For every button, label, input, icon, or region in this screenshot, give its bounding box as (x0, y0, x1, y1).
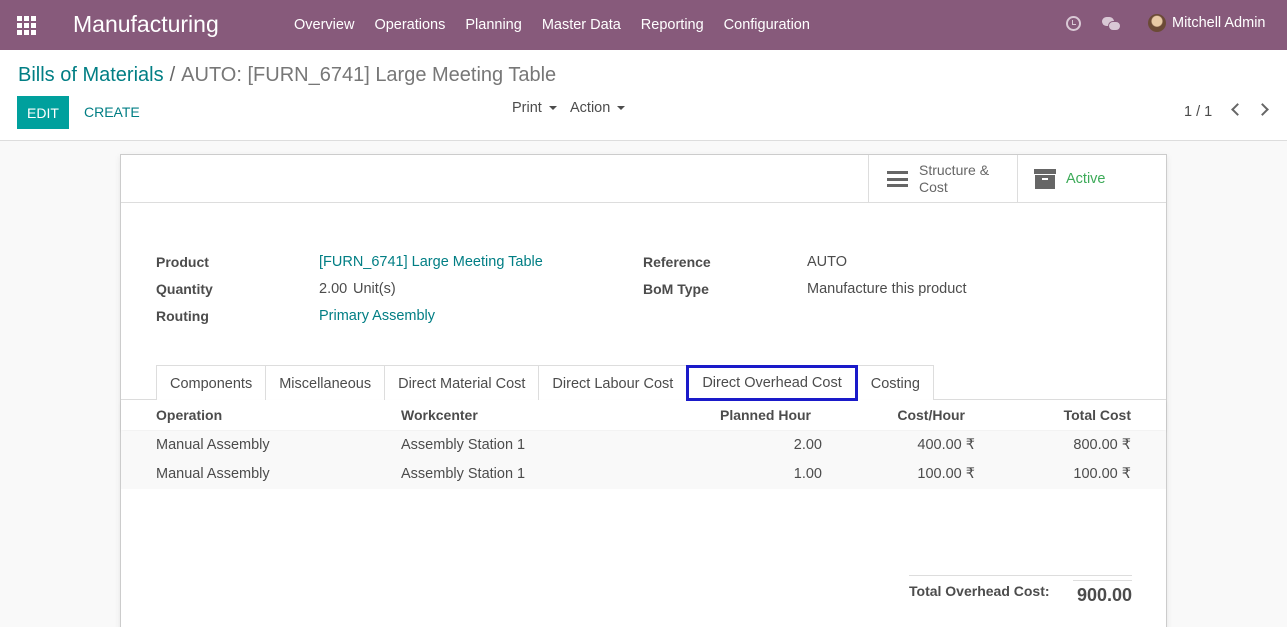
structure-cost-line2: Cost (919, 179, 948, 195)
total-overhead-cost-value: 900.00 (1076, 585, 1132, 605)
activity-clock-icon[interactable] (1066, 16, 1081, 31)
active-toggle-button[interactable]: Active (1017, 155, 1167, 203)
cell-operation: Manual Assembly (156, 466, 270, 482)
table-body: Manual Assembly Assembly Station 1 2.00 … (121, 431, 1166, 489)
cell-planned-hour: 2.00 (793, 437, 822, 453)
bom-type-label: BoM Type (643, 281, 709, 297)
app-brand[interactable]: Manufacturing (73, 11, 219, 38)
quantity-uom: Unit(s) (353, 281, 396, 297)
breadcrumb-bills-of-materials[interactable]: Bills of Materials (18, 64, 164, 86)
product-label: Product (156, 254, 209, 270)
menu-reporting[interactable]: Reporting (631, 0, 714, 50)
column-total-cost[interactable]: Total Cost (1011, 407, 1131, 423)
top-navbar: Manufacturing Overview Operations Planni… (0, 0, 1287, 50)
pager-value[interactable]: 1 / 1 (1184, 104, 1212, 120)
pager-next-icon[interactable] (1256, 103, 1269, 116)
breadcrumb-separator: / (169, 64, 176, 86)
menu-overview[interactable]: Overview (284, 0, 364, 50)
tab-direct-labour-cost[interactable]: Direct Labour Cost (538, 365, 688, 401)
cell-total-cost: 100.00 ₹ (1073, 466, 1131, 482)
quantity-label: Quantity (156, 281, 213, 297)
column-planned-hour[interactable]: Planned Hour (691, 407, 811, 423)
menu-operations[interactable]: Operations (364, 0, 455, 50)
breadcrumb-current-record: AUTO: [FURN_6741] Large Meeting Table (181, 64, 557, 86)
structure-cost-label: Structure & Cost (919, 162, 989, 196)
action-dropdown[interactable]: Action (570, 100, 626, 116)
cell-operation: Manual Assembly (156, 437, 270, 453)
routing-label: Routing (156, 308, 209, 324)
caret-down-icon (617, 106, 626, 110)
tab-miscellaneous[interactable]: Miscellaneous (265, 365, 386, 401)
cell-cost-per-hour: 400.00 ₹ (917, 437, 975, 453)
tab-components[interactable]: Components (156, 365, 267, 401)
user-menu[interactable]: Mitchell Admin (1148, 14, 1265, 32)
menu-configuration[interactable]: Configuration (714, 0, 820, 50)
form-sheet: Structure & Cost Active Product [FURN_67… (120, 154, 1167, 627)
main-menu: Overview Operations Planning Master Data… (284, 0, 820, 50)
avatar (1148, 14, 1166, 32)
edit-button[interactable]: EDIT (17, 96, 69, 129)
table-row[interactable]: Manual Assembly Assembly Station 1 1.00 … (121, 460, 1166, 489)
list-bars-icon (887, 171, 908, 187)
table-header: Operation Workcenter Planned Hour Cost/H… (121, 400, 1166, 430)
pager-previous-icon[interactable] (1231, 103, 1244, 116)
cell-workcenter: Assembly Station 1 (401, 466, 526, 482)
reference-label: Reference (643, 254, 711, 270)
messaging-chat-icon[interactable] (1102, 16, 1121, 31)
table-row[interactable]: Manual Assembly Assembly Station 1 2.00 … (121, 431, 1166, 460)
cell-workcenter: Assembly Station 1 (401, 437, 526, 453)
structure-cost-line1: Structure & (919, 162, 990, 178)
active-label: Active (1066, 171, 1106, 187)
control-panel: Bills of Materials / AUTO: [FURN_6741] Lar… (0, 50, 1287, 141)
archive-icon (1034, 169, 1056, 189)
bom-type-value: Manufacture this product (807, 281, 967, 297)
total-divider (909, 575, 1132, 576)
action-label: Action (570, 100, 611, 116)
tab-direct-material-cost[interactable]: Direct Material Cost (384, 365, 540, 401)
notebook-tabs: Components Miscellaneous Direct Material… (156, 365, 934, 401)
quantity-value: 2.00 (319, 281, 348, 297)
product-value[interactable]: [FURN_6741] Large Meeting Table (319, 254, 543, 270)
total-value-divider (1073, 580, 1132, 581)
total-overhead-cost-label: Total Overhead Cost: (909, 583, 1050, 599)
column-operation[interactable]: Operation (156, 407, 222, 423)
column-workcenter[interactable]: Workcenter (401, 407, 478, 423)
cell-total-cost: 800.00 ₹ (1073, 437, 1131, 453)
systray (1066, 16, 1121, 31)
structure-cost-button[interactable]: Structure & Cost (868, 155, 1018, 203)
menu-master-data[interactable]: Master Data (532, 0, 631, 50)
tab-costing[interactable]: Costing (856, 365, 934, 401)
breadcrumb: Bills of Materials / AUTO: [FURN_6741] Lar… (18, 64, 556, 87)
menu-planning[interactable]: Planning (455, 0, 531, 50)
cell-planned-hour: 1.00 (793, 466, 822, 482)
column-cost-per-hour[interactable]: Cost/Hour (845, 407, 965, 423)
reference-value: AUTO (807, 254, 848, 270)
print-label: Print (512, 100, 542, 116)
apps-menu-icon[interactable] (17, 16, 36, 35)
smart-button-box: Structure & Cost Active (121, 155, 1166, 203)
create-button[interactable]: CREATE (84, 96, 140, 129)
caret-down-icon (548, 106, 557, 110)
routing-value[interactable]: Primary Assembly (319, 308, 435, 324)
tab-direct-overhead-cost[interactable]: Direct Overhead Cost (686, 365, 858, 401)
user-name: Mitchell Admin (1172, 15, 1266, 31)
print-dropdown[interactable]: Print (512, 100, 557, 116)
cell-cost-per-hour: 100.00 ₹ (917, 466, 975, 482)
